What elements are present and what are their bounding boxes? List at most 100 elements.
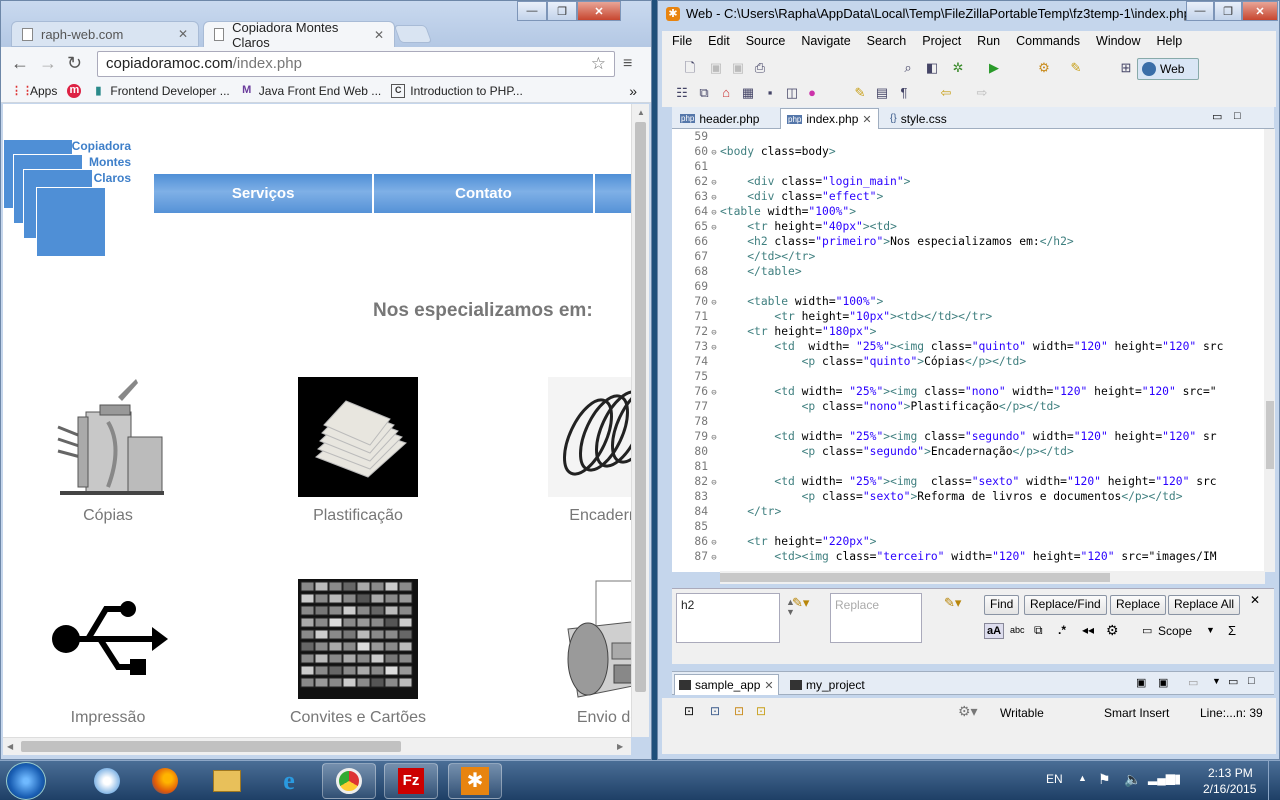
view-menu-chevron-down-icon[interactable]: ▼	[1212, 676, 1221, 686]
find-settings-icon[interactable]: ⚙	[1106, 622, 1119, 639]
hierarchy-icon[interactable]: ⧉	[696, 85, 712, 101]
menu-commands[interactable]: Commands	[1016, 34, 1080, 48]
service-impressao[interactable]: Impressão	[8, 579, 208, 727]
replace-all-button[interactable]: Replace All	[1168, 595, 1241, 615]
minimize-view-icon[interactable]: ▭	[1228, 675, 1238, 688]
taskbar-filezilla-icon[interactable]: Fz	[384, 763, 438, 799]
taskbar-safari-icon[interactable]	[80, 763, 134, 799]
block-select-icon[interactable]: ▤	[874, 85, 890, 101]
page-vertical-scrollbar[interactable]: ▲	[631, 104, 649, 737]
replace-button[interactable]: Replace	[1110, 595, 1167, 615]
volume-icon[interactable]: 🔈	[1124, 771, 1141, 788]
scroll-thumb[interactable]	[1266, 401, 1274, 469]
fold-collapse-icon[interactable]: ⊖	[708, 551, 720, 566]
menu-search[interactable]: Search	[867, 34, 907, 48]
tab-header-php[interactable]: php header.php	[674, 108, 765, 129]
power-icon[interactable]: ▮	[1174, 771, 1181, 787]
bookmark-php[interactable]: C Introduction to PHP...	[391, 83, 523, 98]
address-bar[interactable]: copiadoramoc.com/index.php ☆	[97, 51, 615, 77]
service-plastificacao[interactable]: Plastificação	[258, 377, 458, 525]
editor-horizontal-scrollbar[interactable]	[720, 571, 1265, 584]
whole-word-icon[interactable]: abc	[1010, 625, 1025, 635]
save-all-icon[interactable]: ▣	[730, 60, 746, 76]
scope-dropdown[interactable]: Scope	[1158, 624, 1192, 638]
in-selection-icon[interactable]: ⧉	[1034, 623, 1043, 638]
maximize-view-icon[interactable]: □	[1234, 110, 1241, 122]
new-file-icon[interactable]: 🗋	[682, 60, 698, 76]
code-editor[interactable]: 59 60 ⊖ <body class=body> 61 62 ⊖ <div class="…	[672, 129, 1264, 572]
web-perspective-button[interactable]: Web	[1137, 58, 1199, 80]
bookmark-java[interactable]: M Java Front End Web ...	[240, 84, 381, 98]
show-desktop-button[interactable]	[1268, 761, 1280, 800]
scroll-right-icon[interactable]: ▶	[617, 742, 623, 751]
terminal-icon[interactable]: ▪	[762, 85, 778, 101]
pin-icon[interactable]: ✎	[1068, 60, 1084, 76]
regex-options-icon[interactable]: ✎▾	[792, 595, 809, 611]
close-tab-icon[interactable]: ✕	[862, 113, 871, 126]
chrome-menu-icon[interactable]: ≡	[623, 55, 632, 73]
network-signal-icon[interactable]: ▂▄▆	[1148, 771, 1175, 785]
tab-sample-app[interactable]: sample_app ✕	[674, 674, 779, 695]
replace-find-button[interactable]: Replace/Find	[1024, 595, 1107, 615]
settings-gear-icon[interactable]: ⚙▾	[958, 703, 978, 720]
taskbar-explorer-folder-icon[interactable]	[200, 763, 254, 799]
close-tab-icon[interactable]: ✕	[178, 27, 188, 41]
maximize-view-icon[interactable]: □	[1248, 675, 1255, 687]
nav-contato[interactable]: Contato	[373, 173, 594, 214]
save-icon[interactable]: ▣	[708, 60, 724, 76]
open-folder-icon[interactable]: ⊡	[734, 704, 744, 718]
nav-item-partial[interactable]	[593, 173, 631, 214]
back-arrow-icon[interactable]: ←	[11, 53, 29, 74]
language-indicator[interactable]: EN	[1046, 772, 1063, 786]
find-button[interactable]: Find	[984, 595, 1020, 615]
find-input[interactable]: h2	[676, 593, 780, 643]
clock-time[interactable]: 2:13 PM	[1208, 766, 1253, 780]
service-encadernacao[interactable]: Encaderna	[508, 377, 631, 525]
forward-nav-icon[interactable]: ⇨	[974, 85, 990, 101]
scroll-thumb[interactable]	[21, 741, 401, 752]
regex-icon[interactable]: .*	[1058, 623, 1066, 637]
external-tools-icon[interactable]: ⚙	[1036, 60, 1052, 76]
taskbar-firefox-icon[interactable]	[138, 763, 192, 799]
close-window-button[interactable]: ✕	[1242, 1, 1278, 21]
outline-icon[interactable]: ☷	[674, 85, 690, 101]
scroll-thumb[interactable]	[720, 573, 1110, 582]
menu-edit[interactable]: Edit	[708, 34, 730, 48]
print-icon[interactable]: ⎙	[752, 60, 768, 76]
tab-copiadora[interactable]: Copiadora Montes Claros ✕	[203, 20, 395, 50]
service-envio[interactable]: Envio de	[508, 579, 631, 727]
case-sensitive-icon[interactable]: aA	[984, 623, 1005, 639]
taskbar-ie-icon[interactable]: e	[262, 763, 316, 799]
minimize-view-icon[interactable]: ▭	[1212, 110, 1222, 123]
bookmarks-icon[interactable]: ⊡	[710, 704, 720, 718]
bookmark-frontend[interactable]: ▮ Frontend Developer ...	[91, 84, 229, 98]
tab-raph-web[interactable]: raph-web.com ✕	[11, 21, 199, 47]
menu-navigate[interactable]: Navigate	[801, 34, 850, 48]
scroll-up-icon[interactable]: ▲	[637, 108, 645, 117]
menu-window[interactable]: Window	[1096, 34, 1140, 48]
bookmark-star-icon[interactable]: ☆	[591, 54, 606, 74]
menu-run[interactable]: Run	[977, 34, 1000, 48]
minimize-button[interactable]: —	[517, 1, 547, 21]
clock-date[interactable]: 2/16/2015	[1203, 782, 1256, 796]
image-icon[interactable]: ▦	[740, 85, 756, 101]
taskbar-chrome-icon[interactable]	[322, 763, 376, 799]
pin-console-icon[interactable]: ▣	[1158, 676, 1168, 689]
action-center-icon[interactable]: ⚑	[1098, 771, 1111, 788]
bookmark-apps[interactable]: ⋮⋮ Apps	[11, 84, 57, 98]
taskbar-eclipse-gear-icon[interactable]: ✱	[448, 763, 502, 799]
menu-source[interactable]: Source	[746, 34, 786, 48]
show-hidden-icons-icon[interactable]: ▲	[1078, 773, 1087, 783]
folder-icon[interactable]: ⊡	[756, 704, 766, 718]
color-picker-icon[interactable]: ●	[804, 85, 820, 101]
scope-icon[interactable]: ▭	[1142, 624, 1152, 637]
tab-my-project[interactable]: my_project	[786, 674, 869, 695]
find-previous-icon[interactable]: ◂◂	[1082, 623, 1094, 637]
replace-input[interactable]: Replace	[830, 593, 922, 643]
minimize-button[interactable]: —	[1186, 1, 1214, 21]
close-tab-icon[interactable]: ✕	[374, 28, 384, 42]
display-console-icon[interactable]: ▭	[1188, 676, 1198, 689]
replace-options-icon[interactable]: ✎▾	[944, 595, 961, 611]
back-nav-icon[interactable]: ⇦	[938, 85, 954, 101]
new-tab-button[interactable]	[393, 25, 433, 43]
